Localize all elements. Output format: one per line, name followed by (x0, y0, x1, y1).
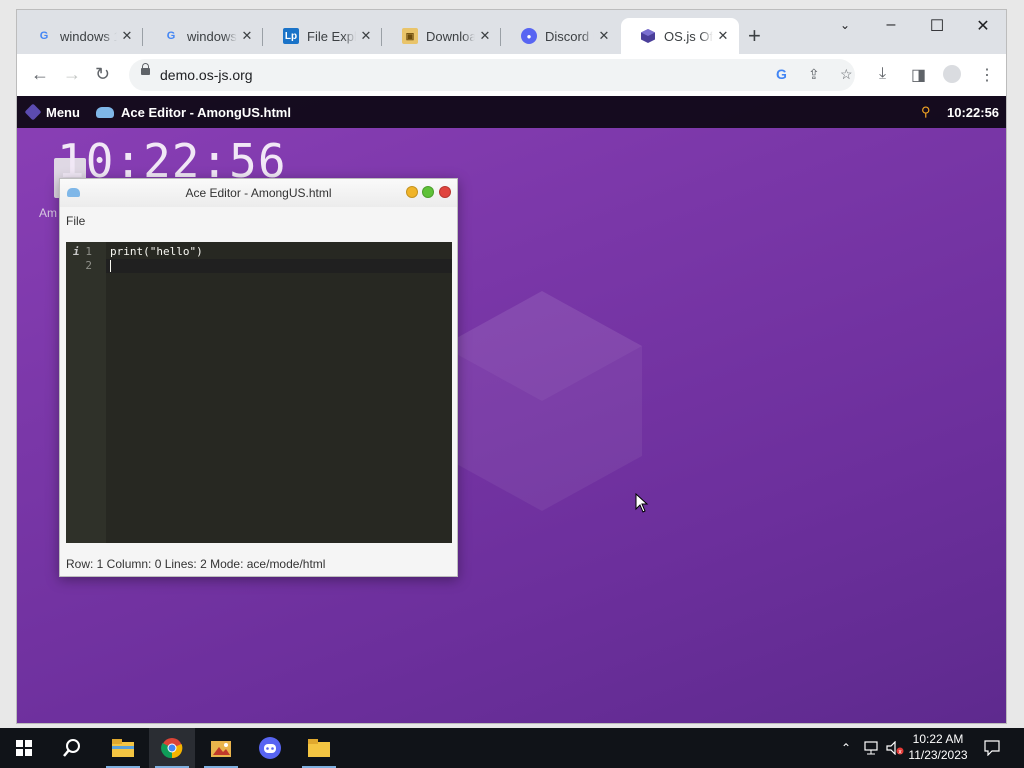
file-menu[interactable]: File (66, 214, 85, 228)
forward-button[interactable]: → (63, 64, 81, 84)
bookmark-star-icon[interactable]: ☆ (840, 66, 853, 83)
line-number: 2 (85, 259, 92, 272)
window-titlebar[interactable]: Ace Editor - AmongUS.html (60, 179, 457, 207)
desktop-icon-label[interactable]: Am (39, 206, 57, 220)
tab-title: Downloac (426, 28, 475, 44)
side-panel-icon[interactable]: ◨ (911, 65, 926, 85)
osjs-logo-watermark (442, 291, 642, 511)
profile-icon[interactable] (943, 65, 961, 83)
reload-button[interactable]: ↻ (95, 64, 110, 84)
lp-icon: Lp (283, 28, 299, 44)
google-icon: G (39, 30, 49, 42)
osjs-desktop[interactable]: Menu Ace Editor - AmongUS.html ⚲ 10:22:5… (17, 96, 1006, 723)
osjs-menu-icon[interactable] (24, 103, 42, 121)
tab-title: Discord | (545, 28, 594, 44)
photos-icon[interactable] (198, 728, 244, 768)
close-tab-icon[interactable]: ✕ (237, 28, 257, 44)
tab-discord[interactable]: ● Discord | ✕ (502, 18, 620, 54)
gutter-line: 2 (66, 259, 106, 273)
address-bar[interactable]: demo.os-js.org G ⇪ ☆ (129, 59, 855, 91)
ace-editor-icon (96, 107, 114, 118)
chrome-icon[interactable] (149, 728, 195, 768)
download-icon[interactable]: ⤓ (879, 65, 886, 83)
active-line-highlight (106, 259, 452, 273)
panel-clock: 10:22:56 (947, 105, 1000, 120)
tab-title: windows 1 (60, 28, 117, 44)
close-tab-icon[interactable]: ✕ (117, 28, 137, 44)
tab-title: windows c (187, 28, 237, 44)
file-explorer-icon[interactable] (100, 728, 146, 768)
osjs-top-panel: Menu Ace Editor - AmongUS.html ⚲ 10:22:5… (17, 96, 1006, 128)
browser-window: G windows 1 ✕ G windows c ✕ Lp File Expl… (17, 10, 1006, 723)
system-time: 10:22 AM (912, 732, 964, 746)
google-icon: G (166, 30, 176, 42)
line-number: 1 (85, 245, 92, 258)
more-menu-icon[interactable]: ⋮ (979, 65, 995, 85)
minimize-window-button[interactable]: – (876, 16, 906, 34)
tab-strip: G windows 1 ✕ G windows c ✕ Lp File Expl… (17, 10, 1006, 54)
tab-file-explorer[interactable]: Lp File Explor ✕ (264, 18, 382, 54)
tab-search-icon[interactable]: ⌄ (830, 18, 860, 32)
search-icon[interactable]: ⚲ (921, 104, 931, 120)
show-hidden-icons-icon[interactable]: ⌃ (836, 728, 856, 768)
close-tab-icon[interactable]: ✕ (713, 28, 733, 44)
osjs-cube-icon (640, 28, 656, 44)
code-line[interactable]: print("hello") (110, 245, 203, 259)
tab-windows-2[interactable]: G windows c ✕ (144, 18, 263, 54)
system-date: 11/23/2023 (908, 748, 968, 762)
code-editor[interactable]: i 1 2 print("hello") (66, 242, 452, 543)
share-icon[interactable]: ⇪ (808, 66, 820, 83)
minimize-button[interactable] (406, 186, 418, 198)
discord-icon[interactable] (247, 728, 293, 768)
notifications-icon[interactable] (980, 728, 1004, 768)
windows-start-icon[interactable] (4, 728, 44, 768)
mouse-cursor-icon (635, 493, 649, 513)
tab-osjs[interactable]: OS.js Offic ✕ (621, 18, 739, 54)
lock-icon (141, 63, 150, 75)
osjs-menu-button[interactable]: Menu (46, 105, 80, 120)
maximize-window-button[interactable]: ☐ (922, 16, 952, 36)
tab-windows-1[interactable]: G windows 1 ✕ (17, 18, 143, 54)
google-translate-icon[interactable]: G (776, 66, 787, 82)
status-bar: Row: 1 Column: 0 Lines: 2 Mode: ace/mode… (66, 557, 326, 571)
editor-gutter: i 1 2 (66, 242, 106, 543)
windows-taskbar: ⌃ x 10:22 AM 11/23/2023 (0, 728, 1024, 768)
new-tab-button[interactable]: + (748, 25, 761, 47)
maximize-button[interactable] (422, 186, 434, 198)
system-clock[interactable]: 10:22 AM 11/23/2023 (900, 731, 976, 763)
folder-icon[interactable] (296, 728, 342, 768)
close-button[interactable] (439, 186, 451, 198)
gutter-line: i 1 (66, 245, 106, 259)
tab-title: OS.js Offic (664, 28, 713, 44)
ace-editor-window: Ace Editor - AmongUS.html File i 1 2 pri… (59, 178, 458, 577)
tab-title: File Explor (307, 28, 356, 44)
close-tab-icon[interactable]: ✕ (356, 28, 376, 44)
window-menubar: File (60, 207, 457, 237)
text-cursor (110, 260, 111, 272)
close-window-button[interactable]: ✕ (968, 16, 998, 36)
url-text[interactable]: demo.os-js.org (160, 67, 253, 83)
close-tab-icon[interactable]: ✕ (475, 28, 495, 44)
tab-downloads[interactable]: ▣ Downloac ✕ (383, 18, 501, 54)
panel-window-button[interactable]: Ace Editor - AmongUS.html (121, 105, 291, 120)
close-tab-icon[interactable]: ✕ (594, 28, 614, 44)
download-page-icon: ▣ (402, 28, 418, 44)
window-title: Ace Editor - AmongUS.html (185, 186, 332, 200)
info-icon: i (73, 245, 80, 258)
discord-icon: ● (521, 28, 537, 44)
back-button[interactable]: ← (31, 64, 49, 84)
network-icon[interactable] (860, 728, 882, 768)
search-icon[interactable] (52, 728, 92, 768)
browser-toolbar: ← → ↻ demo.os-js.org G ⇪ ☆ ⤓ ◨ ⋮ (17, 54, 1006, 96)
